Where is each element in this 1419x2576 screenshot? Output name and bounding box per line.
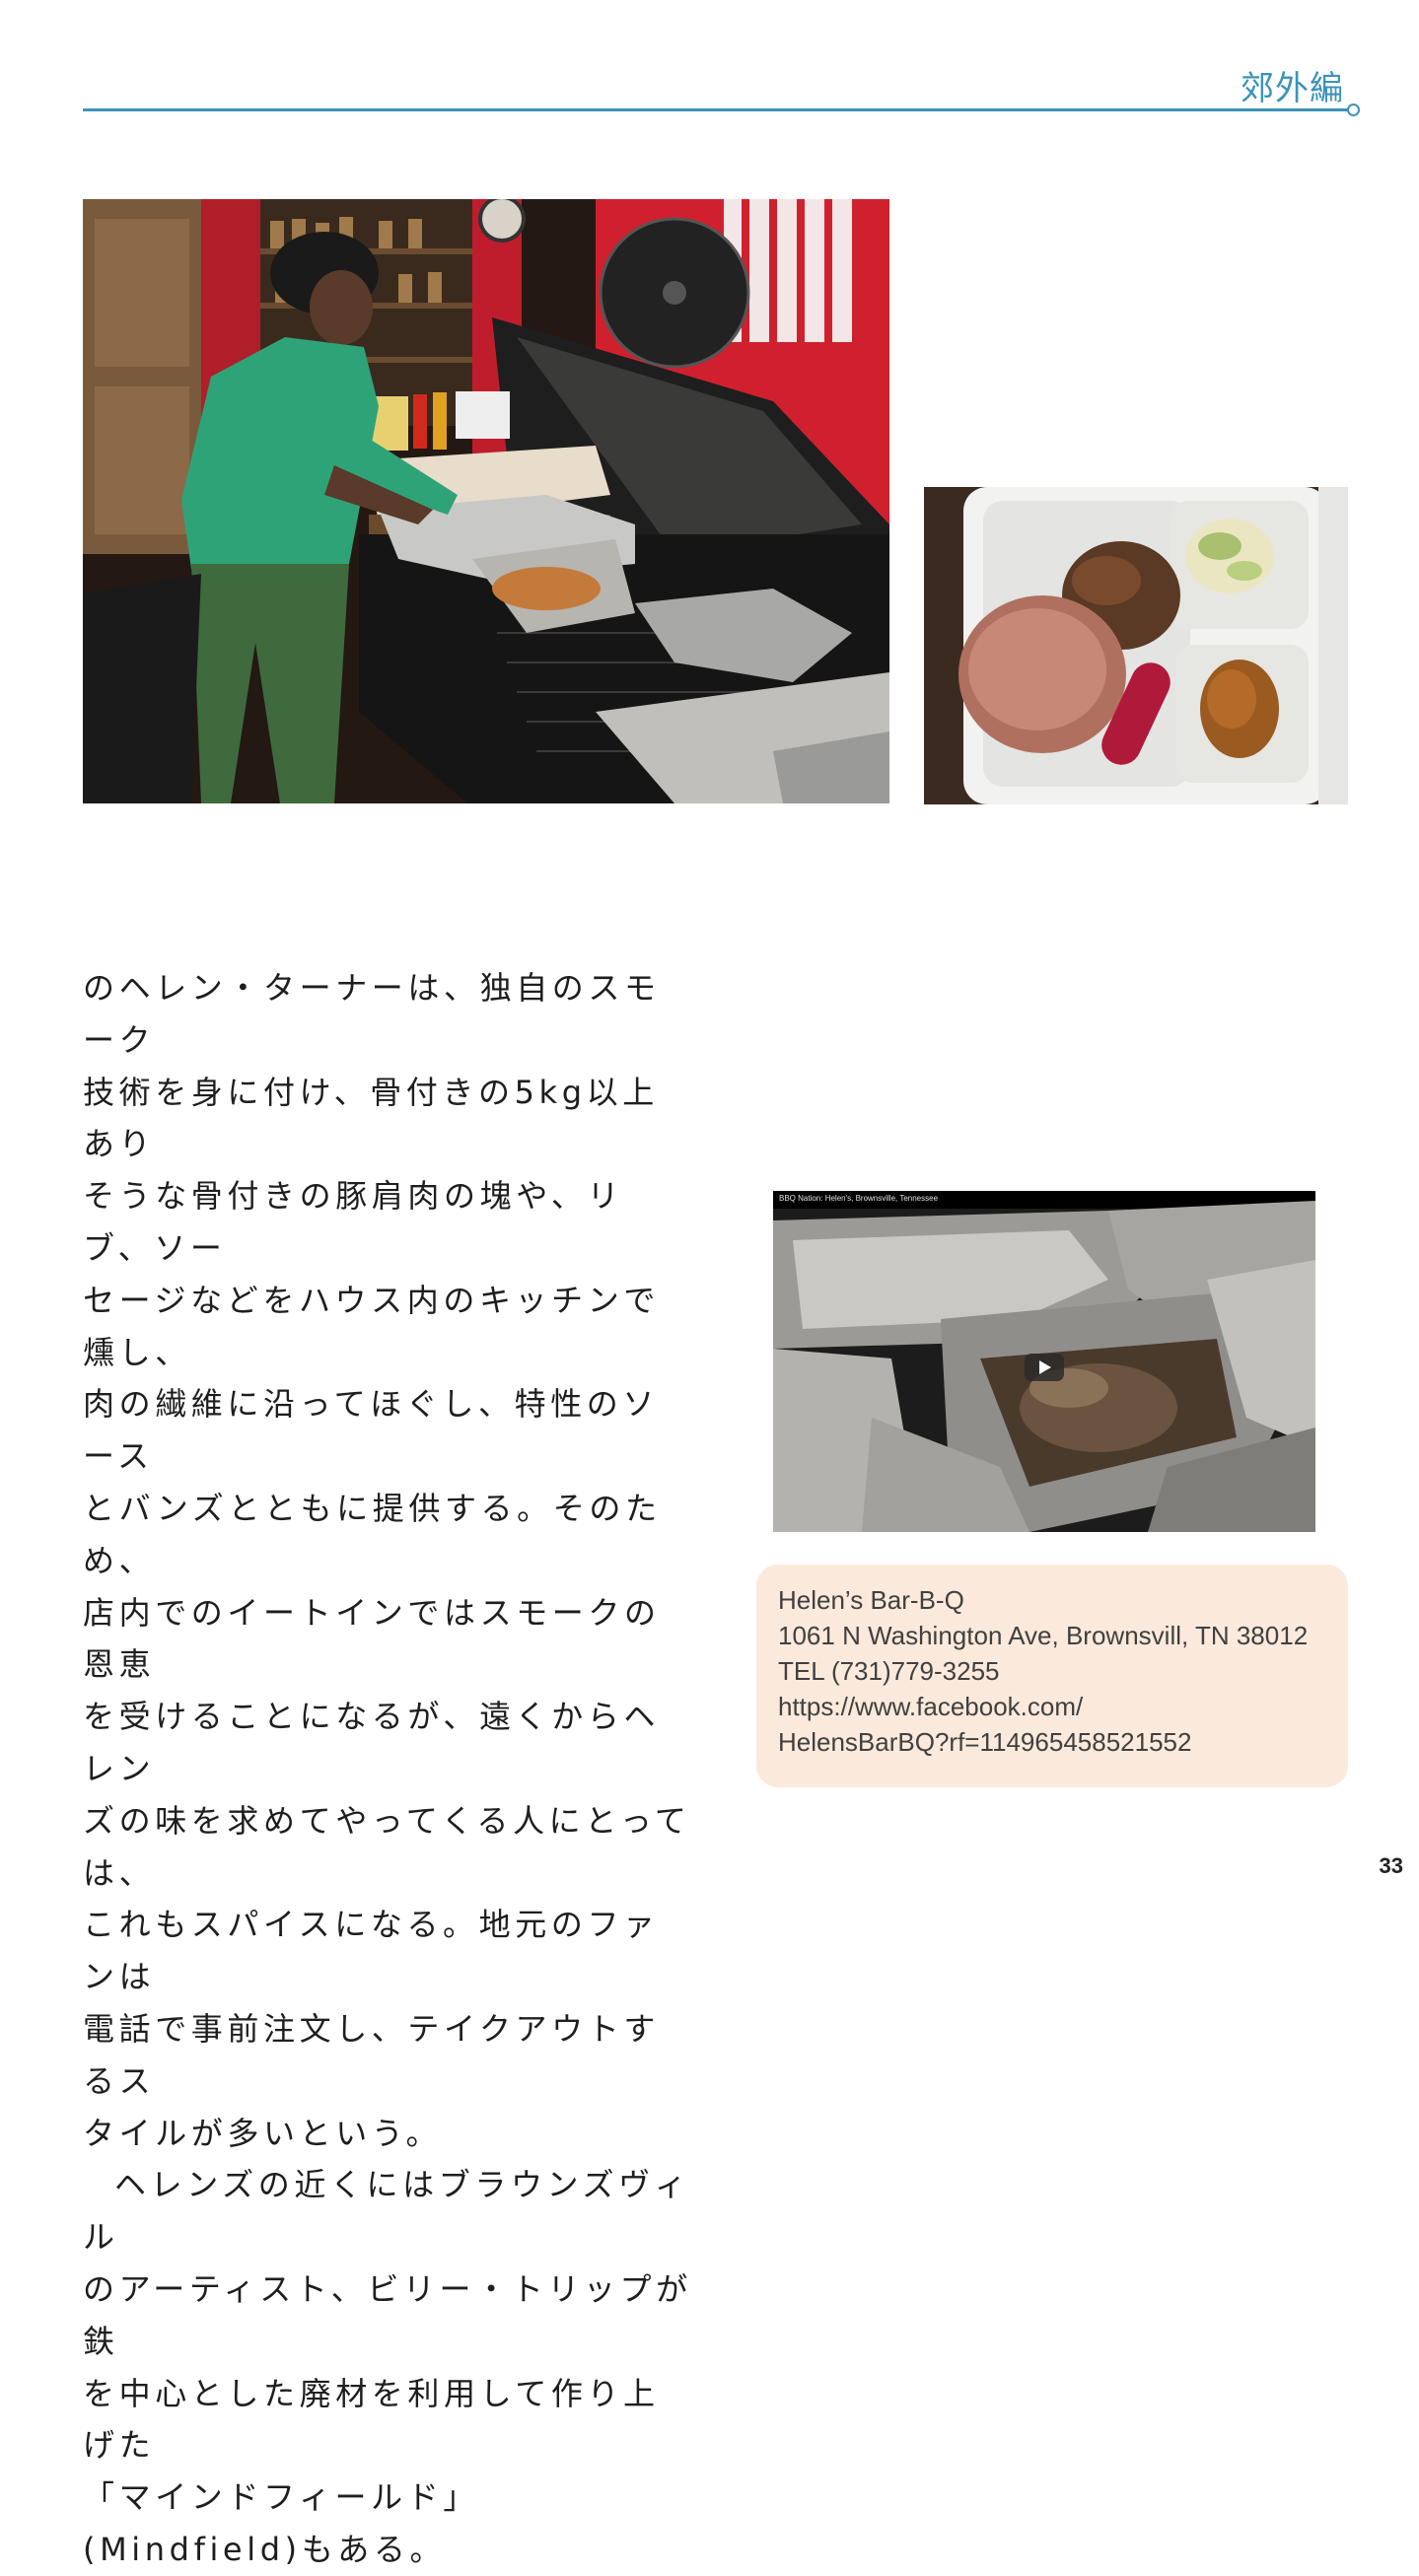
video-still[interactable]: BBQ Nation: Helen's, Brownsville, Tennes… — [773, 1191, 1315, 1532]
header-rule — [83, 108, 1351, 111]
kitchen-photo — [83, 199, 889, 803]
restaurant-address: 1061 N Washington Ave, Brownsvill, TN 38… — [778, 1621, 1309, 1650]
kitchen-photo-illustration — [83, 199, 889, 803]
header-rule-dot — [1347, 104, 1360, 116]
restaurant-url-line-1[interactable]: https://www.facebook.com/ — [778, 1689, 1326, 1724]
restaurant-phone: TEL (731)779-3255 — [778, 1656, 1000, 1686]
food-tray-photo — [924, 487, 1348, 804]
video-caption: BBQ Nation: Helen's, Brownsville, Tennes… — [779, 1194, 939, 1203]
article-paragraph-1: のヘレン・ターナーは、独自のスモーク 技術を身に付け、骨付きの5kg以上あり そ… — [83, 969, 691, 2152]
video-still-illustration — [773, 1191, 1315, 1532]
restaurant-url-line-2[interactable]: HelensBarBQ?rf=114965458521552 — [778, 1724, 1326, 1760]
article-paragraph-2: ヘレンズの近くにはブラウンズヴィル のアーティスト、ビリー・トリップが鉄 を中心… — [83, 2166, 692, 2568]
restaurant-name: Helen’s Bar-B-Q — [778, 1585, 964, 1615]
page-number: 33 — [1379, 1853, 1403, 1878]
food-tray-illustration — [924, 487, 1348, 804]
restaurant-info-box: Helen’s Bar-B-Q 1061 N Washington Ave, B… — [756, 1565, 1348, 1787]
section-label: 郊外編 — [1241, 69, 1344, 108]
article-body: のヘレン・ターナーは、独自のスモーク 技術を身に付け、骨付きの5kg以上あり そ… — [83, 962, 694, 2576]
